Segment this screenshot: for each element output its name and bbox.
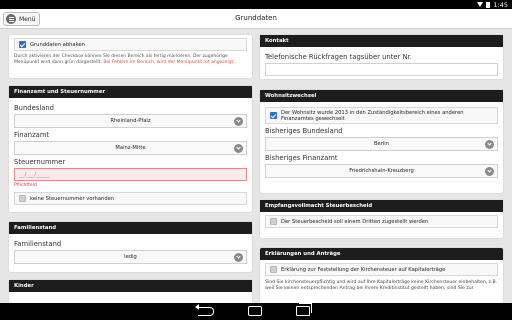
bisheriges-finanzamt-label: Bisheriges Finanzamt xyxy=(265,154,338,162)
familienstand-heading: Familienstand xyxy=(9,222,252,234)
wohnsitz-checkbox[interactable] xyxy=(270,112,277,119)
grunddaten-panel: Grunddaten abhaken Durch aktivieren der … xyxy=(9,35,252,78)
grunddaten-checkbox-row[interactable]: Grunddaten abhaken xyxy=(14,38,247,51)
steuernummer-input[interactable]: __/___/_____ xyxy=(14,168,247,181)
grunddaten-checkbox[interactable] xyxy=(19,41,26,48)
grunddaten-hint: Durch aktivieren der Checkbox können Sie… xyxy=(14,54,247,66)
finanzamt-panel: Finanzamt und Steuernummer Bundesland Rh… xyxy=(9,86,252,212)
menu-icon xyxy=(6,14,16,24)
clock: 1:45 xyxy=(493,0,508,9)
wohnsitz-checkbox-label: Der Wohnsitz wurde 2013 in den Zuständig… xyxy=(281,109,464,122)
familienstand-label: Familienstand xyxy=(14,240,62,248)
bisheriges-finanzamt-value: Friedrichshain-Kreuzberg xyxy=(349,168,414,174)
familienstand-select[interactable]: ledig xyxy=(14,250,247,264)
finanzamt-heading: Finanzamt und Steuernummer xyxy=(9,86,252,98)
grunddaten-checkbox-label: Grunddaten abhaken xyxy=(30,41,85,48)
wohnsitzwechsel-panel: Wohnsitzwechsel Der Wohnsitz wurde 2013 … xyxy=(260,90,503,193)
steuernummer-error: Pflichtfeld xyxy=(14,183,37,188)
back-icon[interactable] xyxy=(195,304,214,316)
telefon-input[interactable] xyxy=(265,63,498,76)
kontakt-label: Telefonische Rückfragen tagsüber unter N… xyxy=(265,53,412,61)
navigation-bar xyxy=(0,303,512,320)
menu-button-label: Menü xyxy=(19,15,36,23)
empfangsvollmacht-checkbox-row[interactable]: Der Steuerbescheid soll einem Dritten zu… xyxy=(265,215,498,228)
chevron-down-icon xyxy=(234,253,243,262)
erklaerungen-heading: Erklärungen und Anträge xyxy=(260,248,503,260)
no-number-checkbox[interactable] xyxy=(19,195,26,202)
wifi-icon xyxy=(477,2,484,7)
kirchensteuer-paragraph: Sind Sie kirchensteuerpflichtig und wird… xyxy=(265,280,498,291)
bisheriges-bundesland-value: Berlin xyxy=(373,141,390,147)
bundesland-label: Bundesland xyxy=(14,104,54,112)
status-icons: 1:45 xyxy=(477,0,508,9)
kontakt-panel: Kontakt Telefonische Rückfragen tagsüber… xyxy=(260,35,503,79)
page-title: Grunddaten xyxy=(235,14,277,22)
kirchensteuer-checkbox-label: Erklärung zur Feststellung der Kirchenst… xyxy=(281,266,446,273)
kirchensteuer-checkbox-row[interactable]: Erklärung zur Feststellung der Kirchenst… xyxy=(265,263,498,276)
status-bar: 1:45 xyxy=(0,0,512,9)
chevron-down-icon xyxy=(234,144,243,153)
battery-icon xyxy=(486,1,491,8)
empfangsvollmacht-checkbox-label: Der Steuerbescheid soll einem Dritten zu… xyxy=(281,218,429,225)
steuernummer-label: Steuernummer xyxy=(14,158,66,166)
wohnsitzwechsel-heading: Wohnsitzwechsel xyxy=(260,90,503,102)
empfangsvollmacht-panel: Empfangsvollmacht Steuerbescheid Der Ste… xyxy=(260,200,503,238)
no-number-label: keine Steuernummer vorhanden xyxy=(30,195,115,202)
erklaerungen-panel: Erklärungen und Anträge Erklärung zur Fe… xyxy=(260,248,503,303)
bundesland-value: Rheinland-Pfalz xyxy=(110,118,151,124)
action-bar: Grunddaten Menü xyxy=(0,9,512,29)
recent-apps-icon[interactable] xyxy=(296,303,312,316)
empfangsvollmacht-checkbox[interactable] xyxy=(270,218,277,225)
chevron-down-icon xyxy=(234,117,243,126)
kirchensteuer-checkbox[interactable] xyxy=(270,266,277,273)
chevron-down-icon xyxy=(485,167,494,176)
bisheriges-bundesland-select[interactable]: Berlin xyxy=(265,137,498,151)
bisheriges-bundesland-label: Bisheriges Bundesland xyxy=(265,127,343,135)
familienstand-panel: Familienstand Familienstand ledig xyxy=(9,222,252,272)
bundesland-select[interactable]: Rheinland-Pfalz xyxy=(14,114,247,128)
familienstand-value: ledig xyxy=(124,254,137,260)
hint-error: Bei Fehlern im Bereich, wird der Menüpun… xyxy=(103,60,235,65)
wohnsitz-checkbox-row[interactable]: Der Wohnsitz wurde 2013 in den Zuständig… xyxy=(265,107,498,124)
finanzamt-label: Finanzamt xyxy=(14,131,50,139)
finanzamt-select[interactable]: Mainz-Mitte xyxy=(14,141,247,155)
no-number-row[interactable]: keine Steuernummer vorhanden xyxy=(14,192,247,205)
finanzamt-value: Mainz-Mitte xyxy=(115,145,146,151)
menu-button[interactable]: Menü xyxy=(3,12,41,26)
chevron-down-icon xyxy=(485,140,494,149)
kontakt-heading: Kontakt xyxy=(260,35,503,47)
kinder-panel: Kinder xyxy=(9,280,252,303)
bisheriges-finanzamt-select[interactable]: Friedrichshain-Kreuzberg xyxy=(265,164,498,178)
empfangsvollmacht-heading: Empfangsvollmacht Steuerbescheid xyxy=(260,200,503,212)
home-icon[interactable] xyxy=(248,306,262,316)
kinder-heading: Kinder xyxy=(9,280,252,292)
